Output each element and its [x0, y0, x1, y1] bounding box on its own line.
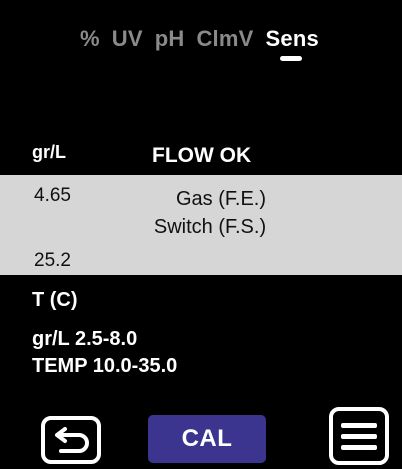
menu-button[interactable]	[329, 407, 389, 465]
temperature-unit-label: T (C)	[32, 289, 78, 311]
sensor-screen: % UV pH ClmV Sens gr/L FLOW OK 4.65 Gas …	[0, 0, 402, 469]
concentration-range: gr/L 2.5-8.0	[32, 328, 138, 350]
hamburger-menu-icon-bar	[341, 433, 377, 439]
tab-sens-label: Sens	[265, 26, 319, 51]
switch-label: Switch (F.S.)	[153, 216, 267, 238]
temperature-range: TEMP 10.0-35.0	[32, 355, 178, 377]
hamburger-menu-icon	[341, 422, 377, 428]
back-button[interactable]	[41, 416, 101, 464]
temperature-value: 25.2	[34, 250, 71, 271]
flow-status: FLOW OK	[152, 144, 252, 167]
tab-ph[interactable]: pH	[155, 26, 185, 52]
tab-bar: % UV pH ClmV Sens	[80, 26, 319, 61]
active-tab-indicator	[279, 56, 302, 61]
back-arrow-icon	[55, 427, 89, 453]
tab-percent[interactable]: %	[80, 26, 100, 52]
tab-clmv[interactable]: ClmV	[196, 26, 253, 52]
readout-band: 4.65 Gas (F.E.) Switch (F.S.) 25.2	[0, 175, 402, 275]
unit-label: gr/L	[32, 142, 66, 162]
hamburger-menu-icon-bar	[341, 444, 377, 450]
tab-uv[interactable]: UV	[112, 26, 143, 52]
tab-sens[interactable]: Sens	[265, 26, 319, 61]
gas-label: Gas (F.E.)	[175, 188, 266, 210]
cal-button[interactable]: CAL	[148, 415, 266, 463]
